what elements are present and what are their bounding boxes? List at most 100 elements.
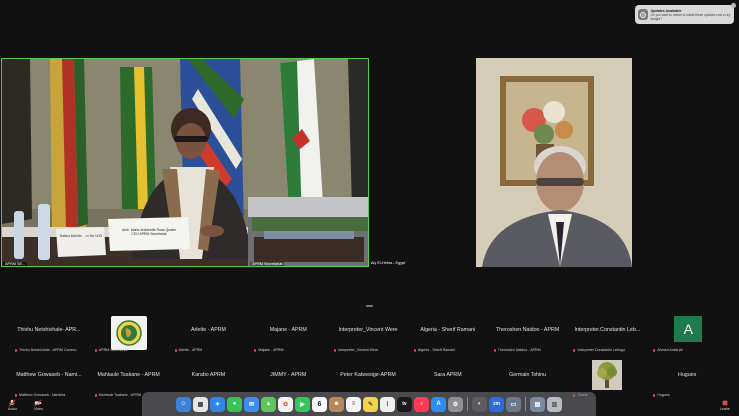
contacts-icon[interactable]: ☻: [329, 396, 344, 412]
music-icon[interactable]: ♪: [414, 396, 429, 412]
preview-icon[interactable]: ◐: [472, 396, 487, 412]
trash-icon[interactable]: ▥: [547, 396, 562, 412]
mic-muted-icon: [413, 348, 416, 352]
participant-label-text: Algeria - Sherif Ramani: [417, 348, 456, 352]
nameplate-sa-text: Batsha Makhile ... to the UDG: [60, 234, 103, 238]
participant-tile[interactable]: Majane - APRM Majane - APRM: [248, 313, 328, 357]
mail-icon[interactable]: ✉: [244, 396, 259, 412]
participant-label-text: APRM Secretariat: [98, 348, 128, 352]
finder-icon[interactable]: ☺: [176, 396, 191, 412]
audio-label: Audio: [8, 407, 17, 411]
participant-label: Arlette - APRM: [174, 348, 203, 352]
participant-tile[interactable]: Hugues Hugues: [647, 358, 727, 402]
audio-control[interactable]: Audio: [8, 399, 17, 411]
downloads-icon[interactable]: ▤: [530, 396, 545, 412]
participant-tile[interactable]: Interpreter_Vincent Were Interpreter_Vinc…: [328, 313, 408, 357]
calendar-icon[interactable]: 6: [312, 396, 327, 412]
participant-name: Thivhu Netshivhale- APR...: [17, 327, 81, 333]
participant-label-text: Matthew Gowaseb - Namibia: [19, 393, 66, 397]
participant-tile[interactable]: Matthew Gowaseb - Nami... Matthew Gowaseb…: [9, 358, 89, 402]
participant-label: Theroshen Naidoo - APRM: [493, 348, 541, 352]
participant-name: Sara APRM: [433, 372, 462, 378]
mic-muted-icon: [94, 348, 97, 352]
participant-name: Interpreter.Constantin Leb...: [574, 327, 641, 333]
facetime-icon[interactable]: ▶: [295, 396, 310, 412]
participant-label: Ahmed Arafa Ali: [653, 348, 683, 352]
participant-name: Theroshen Naidoo - APRM: [495, 327, 560, 333]
zoom-icon[interactable]: zm: [489, 396, 504, 412]
participant-video-egypt[interactable]: [476, 58, 632, 267]
notes-icon[interactable]: ✎: [363, 396, 378, 412]
appstore-icon[interactable]: A: [431, 396, 446, 412]
participant-label-text: Ahmed Arafa Ali: [657, 348, 683, 352]
mic-muted-icon: [94, 393, 97, 397]
reminders-icon[interactable]: ≡: [346, 396, 361, 412]
participant-name: Peter Katwesige-APRM: [340, 372, 396, 378]
safari-icon[interactable]: ✦: [210, 396, 225, 412]
participant-name: Interpreter_Vincent Were: [338, 327, 398, 333]
speaker-name-label: APRM SE...: [3, 262, 28, 266]
participant-label: Interpreter.Constantin Lebugo: [573, 348, 625, 352]
mic-muted-icon: [15, 348, 17, 352]
mic-muted-icon: [174, 348, 177, 352]
leave-control[interactable]: Leave: [720, 399, 730, 411]
participant-tile[interactable]: Arlette - APRM Arlette - APRM: [169, 313, 249, 357]
dock-separator-2: [525, 397, 526, 411]
system-settings-icon[interactable]: ⚙: [448, 396, 463, 412]
participant-label: Mahlaule Tsakane - APRM: [94, 393, 142, 397]
video-label: Video: [34, 407, 43, 411]
participant-tile[interactable]: Theroshen Naidoo - APRM Theroshen Naidoo …: [488, 313, 568, 357]
participant-label-text: Interpreter.Constantin Lebugo: [577, 348, 626, 352]
participant-tile[interactable]: Interpreter.Constantin Leb... Interpreter…: [567, 313, 647, 357]
video-control[interactable]: Video: [34, 399, 43, 411]
gear-icon: [638, 9, 648, 20]
participant-tile[interactable]: Algeria - Sherif Ramani Algeria - Sherif …: [408, 313, 488, 357]
mic-muted-icon: [653, 393, 656, 397]
participant-label-text: Arlette - APRM: [178, 348, 203, 352]
participant-label: Algeria - Sherif Ramani: [413, 348, 456, 352]
participant-name: Mahlaule Tsakane - APRM: [97, 372, 160, 378]
messages-icon[interactable]: ●: [227, 396, 242, 412]
photos-icon[interactable]: ✿: [278, 396, 293, 412]
nameplate-text: Amb. Marie-Antoinette Rose-Quatre CEO AP…: [112, 228, 186, 236]
participant-label: Majane - APRM: [254, 348, 284, 352]
appletv-icon[interactable]: tv: [397, 396, 412, 412]
mic-muted-icon: [15, 393, 17, 397]
freeform-icon[interactable]: ⌇: [380, 396, 395, 412]
mic-muted-icon: [573, 348, 576, 352]
participant-name: JIMMY - APRM: [270, 372, 307, 378]
maps-icon[interactable]: ▲: [261, 396, 276, 412]
update-notification[interactable]: Updates Available Do you want to restart…: [635, 3, 736, 24]
microphone-muted-icon: [8, 399, 16, 407]
egypt-video-frame: [476, 58, 632, 267]
notification-body: Do you want to restart to install these …: [650, 12, 731, 21]
active-speaker-video[interactable]: APRM SE... Amb. Marie-Antoinette Rose-Qu…: [1, 58, 369, 267]
participant-label: Interpreter_Vincent Were: [334, 348, 378, 352]
participant-name: Algeria - Sherif Ramani: [420, 327, 476, 333]
launchpad-icon[interactable]: ▦: [193, 396, 208, 412]
screenshot-icon[interactable]: ▭: [506, 396, 521, 412]
participant-avatar: A: [674, 316, 703, 342]
camera-off-icon: [34, 399, 42, 407]
mic-muted-icon: [653, 348, 656, 352]
participant-name: Karabo APRM: [191, 372, 226, 378]
participant-label-text: Hugues: [657, 393, 670, 397]
aprm-logo-icon: [110, 316, 147, 350]
participant-tile[interactable]: APRM Secretariat: [89, 313, 169, 357]
dock-separator: [467, 397, 468, 411]
participant-name: Hugues: [678, 372, 697, 378]
resize-handle[interactable]: [366, 305, 373, 307]
participant-name: Majane - APRM: [269, 327, 307, 333]
nameplate-title: CEO APRM Secretariat: [131, 232, 167, 236]
leave-icon: [722, 400, 728, 406]
close-icon[interactable]: [731, 3, 736, 8]
participant-name: Germain Tshinu: [509, 372, 547, 378]
participant-label: Thivhu Netshivhale - APRM Commu: [15, 348, 77, 352]
egypt-name-label: Aly El-Hefna - Egypt: [371, 261, 406, 265]
participant-label-text: Theroshen Naidoo - APRM: [497, 348, 541, 352]
participant-label-text: Mahlaule Tsakane - APRM: [98, 393, 142, 397]
participant-tile[interactable]: A Ahmed Arafa Ali: [647, 313, 727, 357]
participant-name: Matthew Gowaseb - Nami...: [16, 372, 82, 378]
participant-tile[interactable]: Thivhu Netshivhale- APR... Thivhu Netshiv…: [9, 313, 89, 357]
tree-avatar-icon: [592, 360, 623, 390]
